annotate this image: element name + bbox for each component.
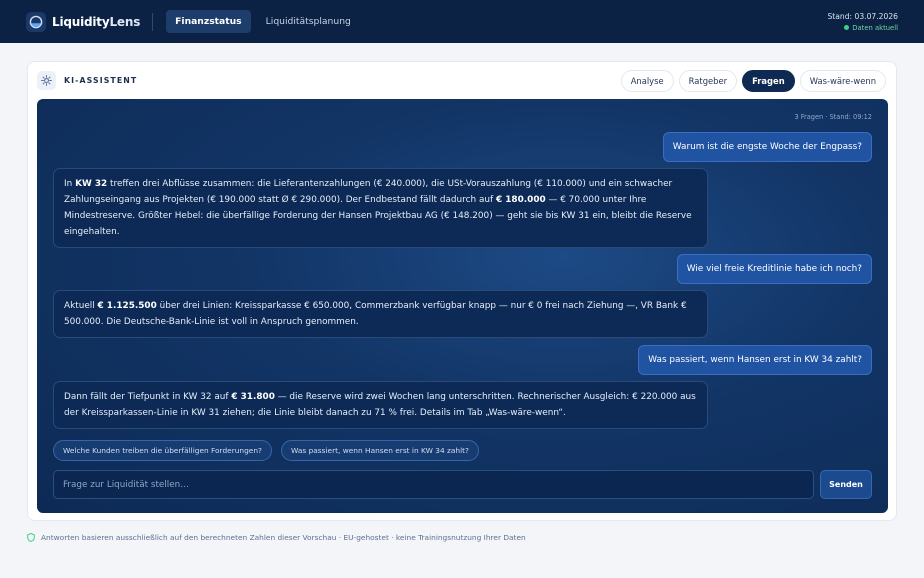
assistant-message: Aktuell € 1.125.500 über drei Linien: Kr… [53, 290, 708, 338]
nav-item-finanzstatus[interactable]: Finanzstatus [166, 10, 251, 33]
send-button[interactable]: Senden [820, 470, 872, 499]
live-dot-icon [844, 25, 850, 30]
status-date: Stand: 03.07.2026 [827, 11, 898, 21]
card-header: KI-ASSISTENT Analyse Ratgeber Fragen Was… [28, 62, 896, 99]
user-message: Warum ist die engste Woche der Engpass? [662, 132, 872, 162]
emphasis-value: € 180.000 [495, 195, 546, 205]
emphasis-value: € 1.125.500 [97, 301, 157, 311]
status-live-label: Daten aktuell [852, 23, 898, 32]
tab-fragen[interactable]: Fragen [742, 69, 795, 92]
tab-ratgeber[interactable]: Ratgeber [678, 69, 738, 92]
message-text: In [64, 179, 76, 189]
emphasis-value: € 31.800 [231, 392, 275, 402]
card-title: KI-ASSISTENT [64, 76, 138, 85]
question-input[interactable] [53, 470, 814, 499]
chat-panel: 3 Fragen · Stand: 09:12 Warum ist die en… [37, 99, 888, 513]
top-navigation-bar: LiquidityLens Finanzstatus Liquiditätspl… [0, 0, 924, 43]
nav-item-liquiditaetsplanung[interactable]: Liquiditätsplanung [257, 10, 360, 33]
shield-icon [27, 533, 35, 542]
footnote-text: Antworten basieren ausschließlich auf de… [41, 533, 526, 542]
nav-divider [152, 12, 154, 31]
assistant-message: In KW 32 treffen drei Abflüsse zusammen:… [53, 168, 708, 248]
message-text: Warum ist die engste Woche der Engpass? [672, 142, 862, 152]
message-text: über drei Linien: Kreissparkasse € 650.0… [64, 301, 687, 327]
message-text: Was passiert, wenn Hansen erst in KW 34 … [648, 355, 862, 365]
sparkle-icon [37, 71, 56, 90]
emphasis-value: KW 32 [75, 179, 108, 189]
tab-analyse[interactable]: Analyse [620, 69, 674, 92]
lens-icon [26, 11, 46, 32]
main-nav: Finanzstatus Liquiditätsplanung [166, 10, 360, 33]
status-live: Daten aktuell [827, 24, 898, 32]
suggestion-chip[interactable]: Welche Kunden treiben die überfälligen F… [53, 440, 272, 461]
brand-name: LiquidityLens [52, 14, 141, 29]
ai-assistant-card: KI-ASSISTENT Analyse Ratgeber Fragen Was… [27, 61, 897, 521]
message-text: Aktuell [64, 301, 98, 311]
assistant-message: Dann fällt der Tiefpunkt in KW 32 auf € … [53, 381, 708, 429]
data-status: Stand: 03.07.2026 Daten aktuell [827, 12, 898, 32]
message-text: Dann fällt der Tiefpunkt in KW 32 auf [64, 392, 232, 402]
message-text: Wie viel freie Kreditlinie habe ich noch… [686, 264, 862, 274]
brand-logo[interactable]: LiquidityLens [26, 11, 141, 32]
tab-was-waere-wenn[interactable]: Was-wäre-wenn [799, 69, 886, 92]
mode-tabs: Analyse Ratgeber Fragen Was-wäre-wenn [620, 69, 886, 92]
user-message: Was passiert, wenn Hansen erst in KW 34 … [638, 345, 872, 375]
chat-meta: 3 Fragen · Stand: 09:12 [794, 113, 872, 121]
user-message: Wie viel freie Kreditlinie habe ich noch… [676, 254, 872, 284]
suggestion-chip[interactable]: Was passiert, wenn Hansen erst in KW 34 … [281, 440, 479, 461]
footnote: Antworten basieren ausschließlich auf de… [27, 533, 526, 542]
